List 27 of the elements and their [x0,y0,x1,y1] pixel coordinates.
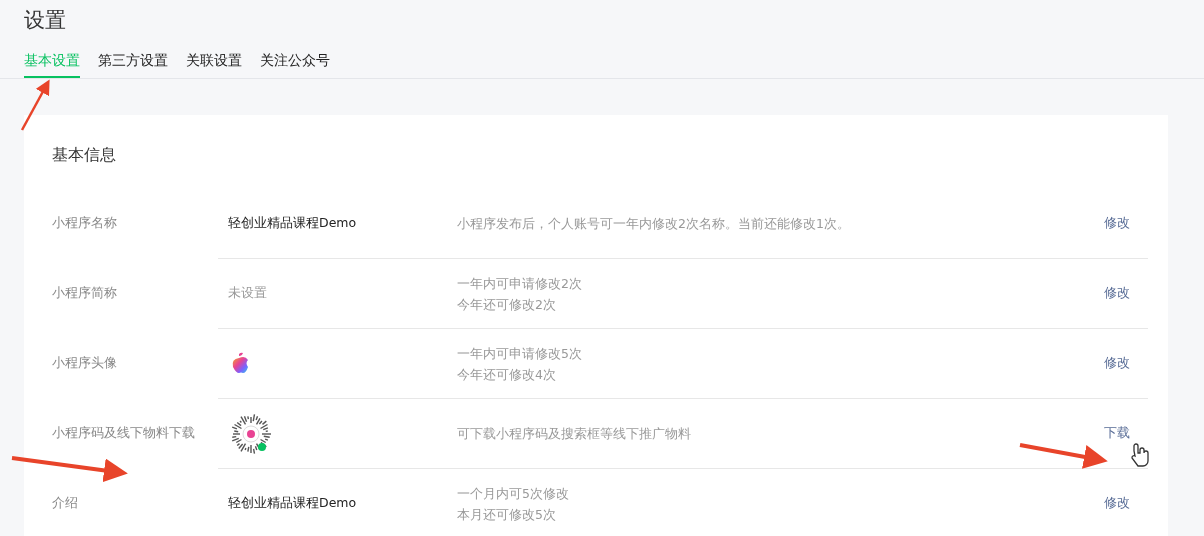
field-label: 小程序头像 [51,354,118,372]
section-title: 基本信息 [52,145,117,166]
field-label: 小程序简称 [51,284,118,302]
field-label: 介绍 [51,494,79,512]
row-action-link[interactable]: 修改 [1104,495,1130,512]
annotation-arrow [20,79,50,131]
field-label: 小程序名称 [51,214,118,232]
tab[interactable]: 第三方设置 [98,52,168,78]
field-value: 轻创业精品课程Demo [228,495,357,512]
hint-text: 今年还可修改2次 [457,295,557,314]
hint-text: 小程序发布后，个人账号可一年内修改2次名称。当前还能修改1次。 [457,214,851,233]
hint-text: 本月还可修改5次 [457,505,557,524]
tab[interactable]: 关注公众号 [260,52,330,78]
hint-text: 可下载小程序码及搜索框等线下推广物料 [457,425,692,443]
page-title: 设置 [24,7,67,34]
row-action-link[interactable]: 下载 [1104,425,1130,442]
field-label: 小程序码及线下物料下载 [51,424,196,442]
hint-text: 今年还可修改4次 [457,365,557,384]
field-value: 未设置 [228,285,267,302]
tab[interactable]: 关联设置 [186,52,242,78]
row-action-link[interactable]: 修改 [1104,355,1130,372]
hint-text: 一年内可申请修改2次 [457,274,583,293]
field-value: 轻创业精品课程Demo [228,214,357,232]
row-action-link[interactable]: 修改 [1104,214,1130,232]
hint-text: 一年内可申请修改5次 [457,344,583,363]
row-action-link[interactable]: 修改 [1104,285,1130,302]
hand-cursor-icon [1131,443,1149,467]
